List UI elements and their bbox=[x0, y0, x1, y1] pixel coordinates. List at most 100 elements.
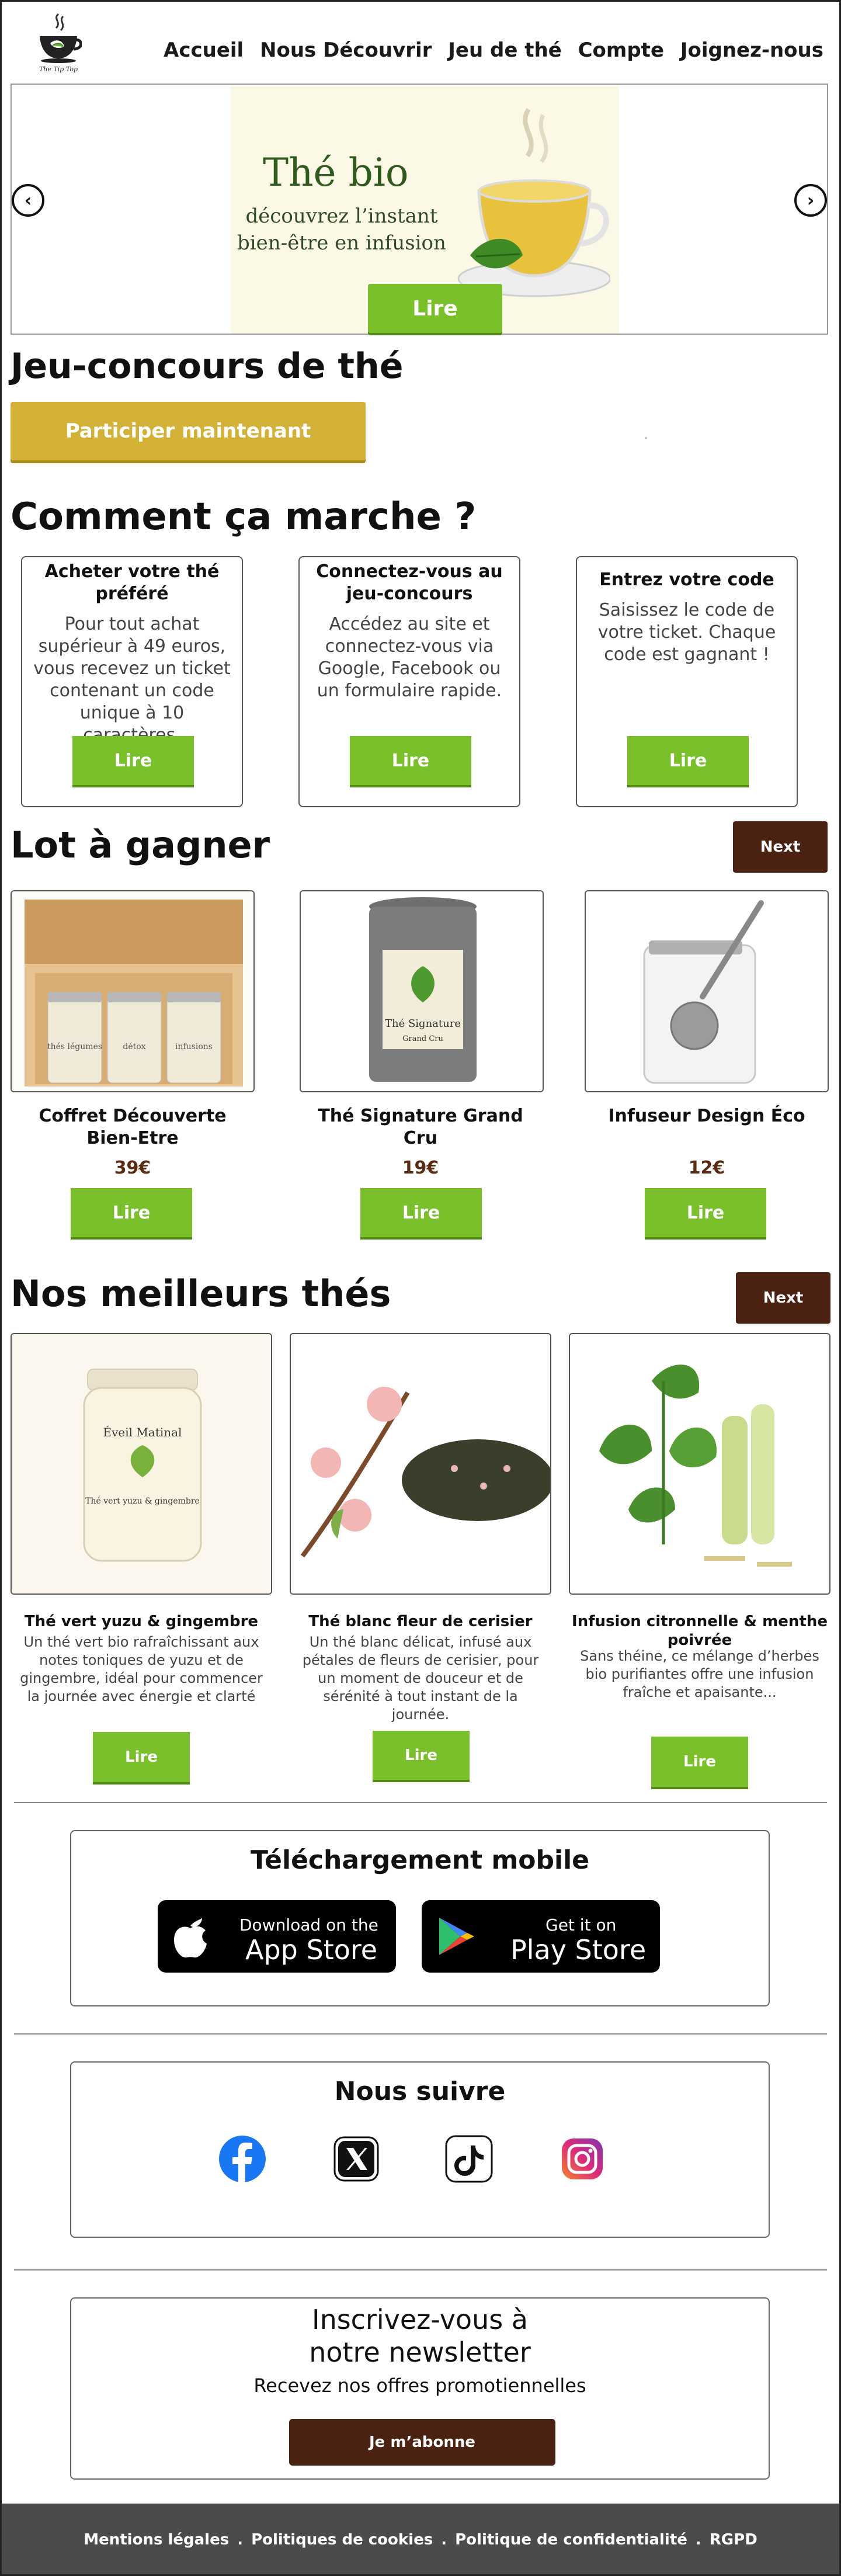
app-store-small-text: Download on the bbox=[239, 1915, 378, 1935]
footer-link-privacy[interactable]: Politique de confidentialité bbox=[455, 2531, 687, 2549]
step-read-button[interactable]: Lire bbox=[627, 736, 749, 785]
tea-image-box bbox=[290, 1333, 551, 1595]
prize-read-button[interactable]: Lire bbox=[645, 1188, 766, 1237]
follow-title: Nous suivre bbox=[334, 2077, 506, 2106]
tea-name: Infusion citronnelle & menthe poivrée bbox=[572, 1613, 828, 1649]
main-nav: Accueil Nous Découvrir Jeu de thé Compte… bbox=[164, 39, 823, 62]
gift-box-illustration: thés légumes détox infusions bbox=[12, 891, 253, 1091]
step-read-button[interactable]: Lire bbox=[72, 736, 194, 785]
chevron-left-icon: ‹ bbox=[24, 190, 32, 211]
prizes-title: Lot à gagner bbox=[11, 824, 270, 866]
prize-image-box: thés légumes détox infusions bbox=[11, 890, 255, 1092]
tea-image-box: Éveil Matinal Thé vert yuzu & gingembre bbox=[11, 1333, 272, 1595]
best-teas-title: Nos meilleurs thés bbox=[11, 1272, 391, 1315]
tea-read-button[interactable]: Lire bbox=[93, 1732, 190, 1782]
chevron-right-icon: › bbox=[807, 190, 815, 211]
tin-label: Thé Signature bbox=[385, 1018, 461, 1030]
footer-separator: . bbox=[441, 2531, 447, 2549]
nav-contact[interactable]: Joignez-nous bbox=[680, 39, 823, 62]
how-it-works-title: Comment ça marche ? bbox=[11, 495, 477, 539]
prize-name: Coffret Découverte Bien-Etre bbox=[39, 1106, 227, 1148]
nav-about[interactable]: Nous Découvrir bbox=[260, 39, 432, 62]
hero-subtitle: découvrez l’instant bien-être en infusio… bbox=[237, 204, 446, 255]
footer-link-rgpd[interactable]: RGPD bbox=[710, 2531, 757, 2549]
tea-read-button[interactable]: Lire bbox=[651, 1737, 748, 1787]
play-store-big-text: Play Store bbox=[510, 1934, 647, 1966]
newsletter-subtitle: Recevez nos offres promotiennelles bbox=[253, 2374, 586, 2397]
facebook-icon[interactable] bbox=[217, 2134, 267, 2184]
google-play-icon bbox=[439, 1918, 474, 1955]
tea-name: Thé vert yuzu & gingembre bbox=[24, 1613, 259, 1630]
newsletter-title: Inscrivez-vous à notre newsletter bbox=[309, 2304, 531, 2368]
hero-title: Thé bio bbox=[263, 150, 409, 195]
logo[interactable]: The Tip Top bbox=[32, 11, 85, 78]
step-text: Accédez au site et connectez-vous via Go… bbox=[317, 614, 502, 701]
tea-description: Un thé vert bio rafraîchissant aux notes… bbox=[20, 1634, 263, 1704]
hero-read-button[interactable]: Lire bbox=[368, 284, 502, 333]
decorative-dot bbox=[645, 437, 647, 439]
step-title: Entrez votre code bbox=[599, 570, 774, 590]
step-text: Pour tout achat supérieur à 49 euros, vo… bbox=[33, 614, 231, 745]
tea-name: Thé blanc fleur de cerisier bbox=[308, 1613, 533, 1630]
header: The Tip Top Accueil Nous Découvrir Jeu d… bbox=[0, 0, 841, 79]
tea-description: Sans théine, ce mélange d’herbes bio pur… bbox=[580, 1648, 819, 1700]
cherry-blossom-tea-illustration bbox=[291, 1334, 550, 1593]
footer-link-legal[interactable]: Mentions légales bbox=[84, 2531, 229, 2549]
tin-sublabel: Grand Cru bbox=[402, 1034, 443, 1043]
tea-image-box bbox=[569, 1333, 830, 1595]
nav-home[interactable]: Accueil bbox=[164, 39, 244, 62]
prize-name: Infuseur Design Éco bbox=[608, 1106, 805, 1126]
instagram-icon[interactable] bbox=[557, 2134, 607, 2184]
tea-description: Un thé blanc délicat, infusé aux pétales… bbox=[302, 1634, 539, 1723]
tin-label-1: thés légumes bbox=[47, 1042, 102, 1051]
footer-separator: . bbox=[237, 2531, 244, 2549]
tin-label-3: infusions bbox=[175, 1042, 213, 1051]
nav-tea-game[interactable]: Jeu de thé bbox=[448, 39, 562, 62]
tea-jar-illustration: Éveil Matinal Thé vert yuzu & gingembre bbox=[12, 1334, 271, 1593]
divider bbox=[14, 1802, 827, 1803]
app-store-button[interactable]: Download on the App Store bbox=[158, 1900, 396, 1973]
prize-name: Thé Signature Grand Cru bbox=[318, 1106, 523, 1148]
jar-label: Éveil Matinal bbox=[103, 1425, 182, 1439]
footer-separator: . bbox=[695, 2531, 701, 2549]
logo-text: The Tip Top bbox=[39, 65, 78, 73]
apple-icon bbox=[174, 1918, 207, 1958]
x-icon[interactable] bbox=[331, 2134, 381, 2184]
prize-read-button[interactable]: Lire bbox=[71, 1188, 192, 1237]
teacup-logo-icon bbox=[40, 13, 82, 63]
jar-sublabel: Thé vert yuzu & gingembre bbox=[85, 1497, 200, 1506]
participate-button[interactable]: Participer maintenant bbox=[11, 402, 366, 460]
step-card-buy: Acheter votre thé préféré Pour tout acha… bbox=[21, 556, 243, 807]
prizes-next-button[interactable]: Next bbox=[733, 821, 828, 873]
step-title: Connectez-vous au jeu-concours bbox=[316, 561, 503, 604]
infuser-illustration bbox=[586, 891, 828, 1091]
footer-link-cookies[interactable]: Politiques de cookies bbox=[251, 2531, 433, 2549]
lemongrass-mint-illustration bbox=[570, 1334, 829, 1593]
step-card-code: Entrez votre code Saisissez le code de v… bbox=[576, 556, 798, 807]
carousel-prev-button[interactable]: ‹ bbox=[12, 184, 44, 217]
prize-image-box bbox=[585, 890, 829, 1092]
prize-price: 12€ bbox=[688, 1158, 725, 1178]
step-card-connect: Connectez-vous au jeu-concours Accédez a… bbox=[298, 556, 520, 807]
prize-price: 39€ bbox=[114, 1158, 151, 1178]
play-store-button[interactable]: Get it on Play Store bbox=[422, 1900, 660, 1973]
mobile-download-title: Téléchargement mobile bbox=[250, 1845, 589, 1875]
follow-box: Nous suivre bbox=[70, 2061, 770, 2238]
prize-read-button[interactable]: Lire bbox=[360, 1188, 482, 1237]
nav-account[interactable]: Compte bbox=[578, 39, 664, 62]
app-store-big-text: App Store bbox=[245, 1934, 378, 1966]
contest-title: Jeu-concours de thé bbox=[11, 346, 404, 387]
tiktok-icon[interactable] bbox=[444, 2134, 494, 2184]
tea-tin-illustration: Thé Signature Grand Cru bbox=[301, 891, 543, 1091]
step-read-button[interactable]: Lire bbox=[350, 736, 471, 785]
divider bbox=[14, 2033, 827, 2035]
subscribe-button[interactable]: Je m’abonne bbox=[289, 2419, 555, 2466]
step-text: Saisissez le code de votre ticket. Chaqu… bbox=[597, 600, 776, 665]
divider bbox=[14, 2269, 827, 2271]
teas-next-button[interactable]: Next bbox=[736, 1272, 830, 1324]
tea-read-button[interactable]: Lire bbox=[373, 1731, 470, 1780]
carousel-next-button[interactable]: › bbox=[794, 184, 827, 217]
prize-image-box: Thé Signature Grand Cru bbox=[300, 890, 544, 1092]
step-title: Acheter votre thé préféré bbox=[44, 561, 220, 604]
newsletter-box: Inscrivez-vous à notre newsletter Receve… bbox=[70, 2297, 770, 2480]
